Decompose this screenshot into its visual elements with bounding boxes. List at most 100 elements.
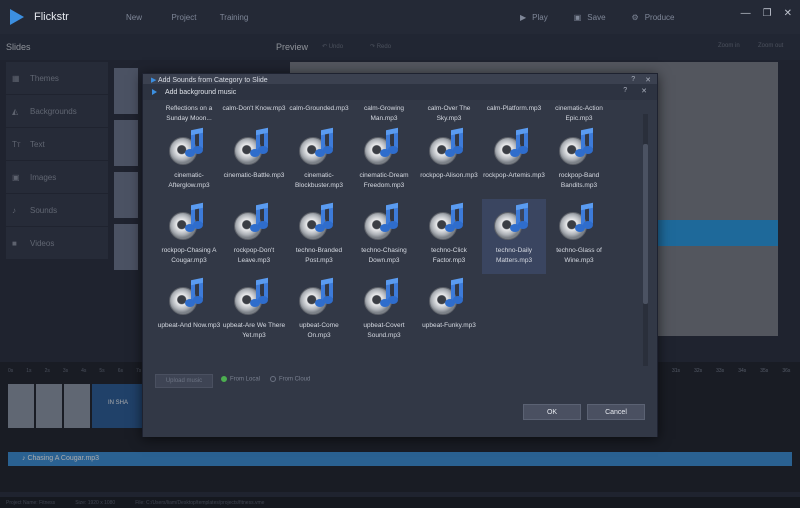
play-button[interactable]: ▶ Play <box>520 13 548 22</box>
music-file-item[interactable]: techno-Chasing Down.mp3 <box>352 199 416 274</box>
music-file-icon <box>555 127 603 169</box>
file-name: rockpop-Artemis.mp3 <box>483 172 545 179</box>
music-file-item[interactable]: rockpop-Chasing A Cougar.mp3 <box>157 199 221 274</box>
top-actions: ▶ Play ▣ Save ⚙ Produce <box>520 0 674 34</box>
music-file-icon <box>360 277 408 319</box>
music-file-icon <box>230 202 278 244</box>
file-name: techno-Click Factor.mp3 <box>431 247 467 264</box>
file-name: rockpop-Alison.mp3 <box>420 172 478 179</box>
music-file-icon <box>165 127 213 169</box>
file-name: upbeat-Funky.mp3 <box>422 322 476 329</box>
file-name: cinematic-Dream Freedom.mp3 <box>359 172 409 189</box>
maximize-button[interactable]: ❐ <box>763 8 772 19</box>
outer-close-button[interactable]: ✕ <box>645 76 651 84</box>
file-grid-scrollbar[interactable] <box>643 114 648 366</box>
ok-button[interactable]: OK <box>523 404 581 420</box>
file-name: rockpop-Band Bandits.mp3 <box>558 172 600 189</box>
inner-dialog-controls: ? ✕ <box>623 87 647 95</box>
top-menu: New Project Training <box>109 13 259 22</box>
radio-selected-icon <box>221 376 227 382</box>
minimize-button[interactable]: — <box>741 8 751 19</box>
close-button[interactable]: ✕ <box>784 8 792 19</box>
file-name: upbeat-Come On.mp3 <box>299 322 339 339</box>
music-file-item[interactable]: upbeat-Are We There Yet.mp3 <box>222 274 286 349</box>
music-file-icon <box>295 277 343 319</box>
music-file-item[interactable]: cinematic-Afterglow.mp3 <box>157 124 221 199</box>
music-file-icon <box>360 127 408 169</box>
inner-close-button[interactable]: ✕ <box>641 87 647 95</box>
music-file-icon <box>295 127 343 169</box>
music-file-icon <box>165 202 213 244</box>
music-file-item[interactable]: techno-Glass of Wine.mp3 <box>547 199 611 274</box>
gear-icon: ⚙ <box>631 12 639 22</box>
music-file-icon <box>165 277 213 319</box>
file-name: rockpop-Don't Leave.mp3 <box>233 247 275 264</box>
scrollbar-thumb[interactable] <box>643 144 648 304</box>
source-radio-group: From Local From Cloud <box>221 376 310 383</box>
music-file-icon <box>360 202 408 244</box>
file-name: upbeat-Are We There Yet.mp3 <box>222 322 286 339</box>
music-file-item[interactable]: rockpop-Alison.mp3 <box>417 124 481 199</box>
app-title: Flickstr <box>34 11 69 23</box>
background-music-dialog: Add background music ? ✕ Reflections on … <box>143 84 657 437</box>
outer-help-button[interactable]: ? <box>631 76 635 84</box>
music-file-icon <box>425 127 473 169</box>
produce-button[interactable]: ⚙ Produce <box>632 13 675 22</box>
music-file-item[interactable]: rockpop-Artemis.mp3 <box>482 124 546 199</box>
inner-dialog-titlebar: Add background music ? ✕ <box>143 84 657 100</box>
title-bar: Flickstr New Project Training ▶ Play ▣ Sav… <box>0 0 800 34</box>
file-name: techno-Chasing Down.mp3 <box>361 247 407 264</box>
file-name: upbeat-And Now.mp3 <box>157 322 221 329</box>
music-file-icon <box>555 202 603 244</box>
file-name: rockpop-Chasing A Cougar.mp3 <box>161 247 217 264</box>
from-local-radio[interactable]: From Local <box>221 376 260 383</box>
window-controls: — ❐ ✕ <box>741 8 792 19</box>
file-grid-items: cinematic-Afterglow.mp3 cinematic-Battle.… <box>157 124 645 349</box>
inner-help-button[interactable]: ? <box>623 87 627 95</box>
music-file-icon <box>490 127 538 169</box>
music-file-item[interactable]: upbeat-Come On.mp3 <box>287 274 351 349</box>
file-grid: cinematic-Afterglow.mp3 cinematic-Battle.… <box>157 114 645 366</box>
music-file-item[interactable]: cinematic-Dream Freedom.mp3 <box>352 124 416 199</box>
music-file-icon <box>230 127 278 169</box>
menu-new[interactable]: New <box>109 13 159 22</box>
music-file-item[interactable]: techno-Branded Post.mp3 <box>287 199 351 274</box>
music-file-icon <box>425 202 473 244</box>
file-name: cinematic-Battle.mp3 <box>223 172 285 179</box>
music-file-icon <box>425 277 473 319</box>
music-file-item[interactable]: techno-Click Factor.mp3 <box>417 199 481 274</box>
upload-music-button[interactable]: Upload music <box>155 374 213 388</box>
music-file-item[interactable]: upbeat-Covert Sound.mp3 <box>352 274 416 349</box>
music-file-icon <box>490 202 538 244</box>
app-logo-icon: ▶ <box>151 77 158 84</box>
outer-dialog-title: ▶ Add Sounds from Category to Slide <box>151 77 268 84</box>
music-file-item[interactable]: upbeat-Funky.mp3 <box>417 274 481 349</box>
app-logo-icon <box>10 9 28 25</box>
save-button[interactable]: ▣ Save <box>574 13 606 22</box>
menu-training[interactable]: Training <box>209 13 259 22</box>
add-sounds-dialog: ▶ Add Sounds from Category to Slide ? ✕ … <box>142 73 658 437</box>
file-name: techno-Glass of Wine.mp3 <box>556 247 602 264</box>
file-name: techno-Branded Post.mp3 <box>295 247 343 264</box>
music-file-item[interactable]: cinematic-Battle.mp3 <box>222 124 286 199</box>
file-name: upbeat-Covert Sound.mp3 <box>363 322 405 339</box>
radio-empty-icon <box>270 376 277 382</box>
play-icon: ▶ <box>520 12 527 22</box>
music-file-item[interactable]: cinematic-Blockbuster.mp3 <box>287 124 351 199</box>
file-name: cinematic-Afterglow.mp3 <box>168 172 210 189</box>
outer-dialog-controls: ? ✕ <box>631 76 651 84</box>
inner-dialog-title: Add background music <box>165 88 237 96</box>
from-cloud-radio[interactable]: From Cloud <box>270 376 310 383</box>
menu-project[interactable]: Project <box>159 13 209 22</box>
file-name: techno-Daily Matters.mp3 <box>495 247 533 264</box>
music-file-icon <box>295 202 343 244</box>
music-file-item[interactable]: rockpop-Band Bandits.mp3 <box>547 124 611 199</box>
save-icon: ▣ <box>573 12 582 22</box>
cancel-button[interactable]: Cancel <box>587 404 645 420</box>
music-file-icon <box>230 277 278 319</box>
music-file-item[interactable]: rockpop-Don't Leave.mp3 <box>222 199 286 274</box>
app-logo-icon <box>152 89 157 95</box>
file-name: cinematic-Blockbuster.mp3 <box>294 172 344 189</box>
music-file-item[interactable]: upbeat-And Now.mp3 <box>157 274 221 349</box>
music-file-item[interactable]: techno-Daily Matters.mp3 <box>482 199 546 274</box>
